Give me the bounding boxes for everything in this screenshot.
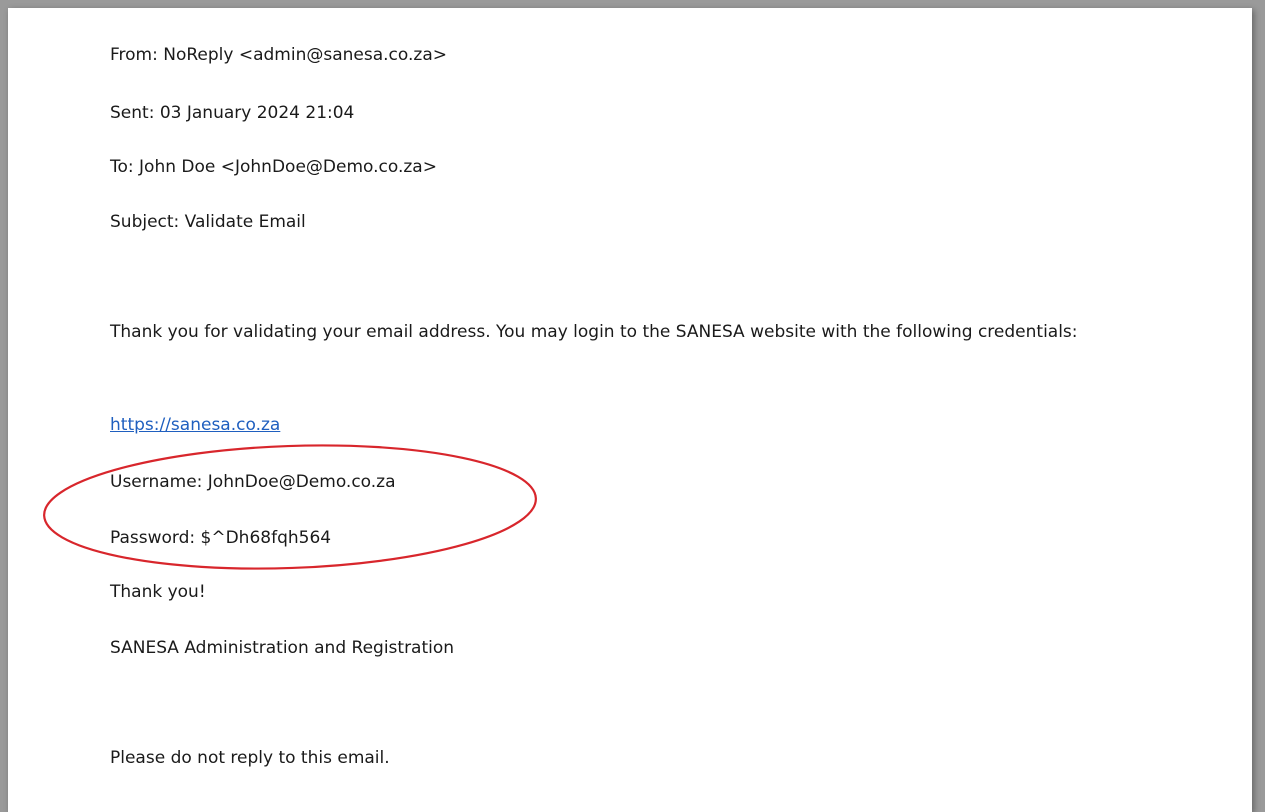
credential-username: Username: JohnDoe@Demo.co.za xyxy=(110,472,396,492)
email-subject: Subject: Validate Email xyxy=(110,212,306,232)
closing-thanks: Thank you! xyxy=(110,582,206,602)
email-sent: Sent: 03 January 2024 21:04 xyxy=(110,103,355,123)
email-body-intro: Thank you for validating your email addr… xyxy=(110,322,1078,342)
website-link[interactable]: https://sanesa.co.za xyxy=(110,412,280,438)
credentials-highlight-ellipse xyxy=(43,444,537,570)
credential-password: Password: $^Dh68fqh564 xyxy=(110,528,332,548)
email-signature: SANESA Administration and Registration xyxy=(110,638,455,658)
screenshot-frame: From: NoReply <admin@sanesa.co.za> Sent:… xyxy=(0,0,1265,812)
email-to: To: John Doe <JohnDoe@Demo.co.za> xyxy=(110,157,437,177)
email-from: From: NoReply <admin@sanesa.co.za> xyxy=(110,45,447,65)
email-message: From: NoReply <admin@sanesa.co.za> Sent:… xyxy=(8,8,1252,812)
do-not-reply-notice: Please do not reply to this email. xyxy=(110,748,390,768)
